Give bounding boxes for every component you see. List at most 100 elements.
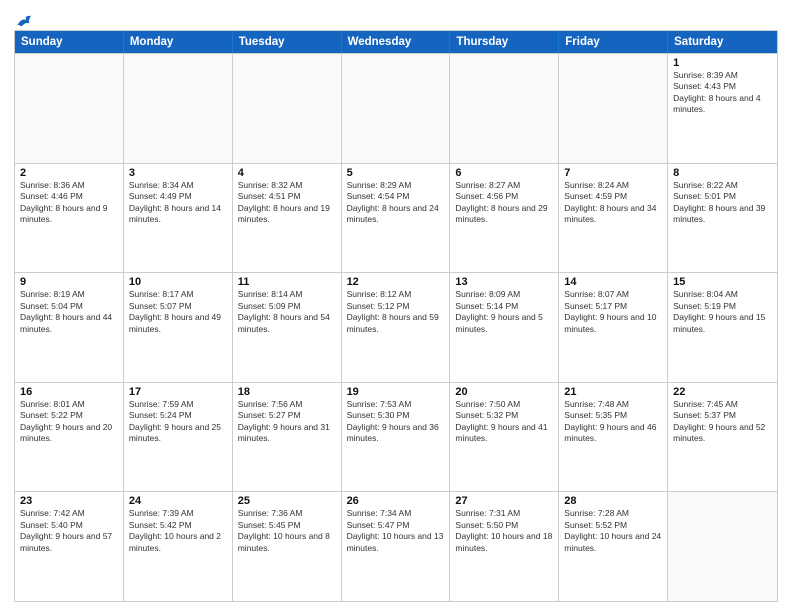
cell-info: Sunrise: 8:36 AM Sunset: 4:46 PM Dayligh…: [20, 180, 119, 226]
cal-cell: 1Sunrise: 8:39 AM Sunset: 4:43 PM Daylig…: [668, 54, 777, 163]
cell-info: Sunrise: 7:28 AM Sunset: 5:52 PM Dayligh…: [564, 508, 663, 554]
cal-cell: 3Sunrise: 8:34 AM Sunset: 4:49 PM Daylig…: [124, 164, 233, 273]
day-number: 17: [129, 386, 228, 398]
cell-info: Sunrise: 8:34 AM Sunset: 4:49 PM Dayligh…: [129, 180, 228, 226]
cal-cell: [124, 54, 233, 163]
cal-cell: 15Sunrise: 8:04 AM Sunset: 5:19 PM Dayli…: [668, 273, 777, 382]
cal-cell: [15, 54, 124, 163]
day-number: 25: [238, 495, 337, 507]
cell-info: Sunrise: 7:50 AM Sunset: 5:32 PM Dayligh…: [455, 399, 554, 445]
cell-info: Sunrise: 8:19 AM Sunset: 5:04 PM Dayligh…: [20, 289, 119, 335]
cal-cell: 26Sunrise: 7:34 AM Sunset: 5:47 PM Dayli…: [342, 492, 451, 601]
cal-cell: 25Sunrise: 7:36 AM Sunset: 5:45 PM Dayli…: [233, 492, 342, 601]
cal-cell: 13Sunrise: 8:09 AM Sunset: 5:14 PM Dayli…: [450, 273, 559, 382]
cal-cell: 19Sunrise: 7:53 AM Sunset: 5:30 PM Dayli…: [342, 383, 451, 492]
cell-info: Sunrise: 8:14 AM Sunset: 5:09 PM Dayligh…: [238, 289, 337, 335]
cal-cell: 5Sunrise: 8:29 AM Sunset: 4:54 PM Daylig…: [342, 164, 451, 273]
cell-info: Sunrise: 7:42 AM Sunset: 5:40 PM Dayligh…: [20, 508, 119, 554]
cell-info: Sunrise: 7:31 AM Sunset: 5:50 PM Dayligh…: [455, 508, 554, 554]
cal-header-tuesday: Tuesday: [233, 31, 342, 53]
logo-bird-icon: [16, 14, 34, 28]
day-number: 15: [673, 276, 773, 288]
day-number: 19: [347, 386, 446, 398]
day-number: 7: [564, 167, 663, 179]
cell-info: Sunrise: 7:53 AM Sunset: 5:30 PM Dayligh…: [347, 399, 446, 445]
day-number: 3: [129, 167, 228, 179]
cell-info: Sunrise: 8:17 AM Sunset: 5:07 PM Dayligh…: [129, 289, 228, 335]
cal-week-1: 1Sunrise: 8:39 AM Sunset: 4:43 PM Daylig…: [15, 53, 777, 163]
calendar-header: SundayMondayTuesdayWednesdayThursdayFrid…: [15, 31, 777, 53]
cal-cell: 22Sunrise: 7:45 AM Sunset: 5:37 PM Dayli…: [668, 383, 777, 492]
cal-cell: 10Sunrise: 8:17 AM Sunset: 5:07 PM Dayli…: [124, 273, 233, 382]
cal-header-sunday: Sunday: [15, 31, 124, 53]
day-number: 8: [673, 167, 773, 179]
cell-info: Sunrise: 8:39 AM Sunset: 4:43 PM Dayligh…: [673, 70, 773, 116]
day-number: 12: [347, 276, 446, 288]
cell-info: Sunrise: 7:39 AM Sunset: 5:42 PM Dayligh…: [129, 508, 228, 554]
cal-cell: 17Sunrise: 7:59 AM Sunset: 5:24 PM Dayli…: [124, 383, 233, 492]
page: SundayMondayTuesdayWednesdayThursdayFrid…: [0, 0, 792, 612]
cal-cell: 9Sunrise: 8:19 AM Sunset: 5:04 PM Daylig…: [15, 273, 124, 382]
day-number: 14: [564, 276, 663, 288]
cal-cell: 18Sunrise: 7:56 AM Sunset: 5:27 PM Dayli…: [233, 383, 342, 492]
day-number: 5: [347, 167, 446, 179]
cal-cell: 11Sunrise: 8:14 AM Sunset: 5:09 PM Dayli…: [233, 273, 342, 382]
cell-info: Sunrise: 8:29 AM Sunset: 4:54 PM Dayligh…: [347, 180, 446, 226]
cal-cell: 14Sunrise: 8:07 AM Sunset: 5:17 PM Dayli…: [559, 273, 668, 382]
day-number: 16: [20, 386, 119, 398]
cal-header-wednesday: Wednesday: [342, 31, 451, 53]
day-number: 22: [673, 386, 773, 398]
day-number: 11: [238, 276, 337, 288]
cell-info: Sunrise: 8:09 AM Sunset: 5:14 PM Dayligh…: [455, 289, 554, 335]
day-number: 28: [564, 495, 663, 507]
day-number: 24: [129, 495, 228, 507]
cal-cell: 12Sunrise: 8:12 AM Sunset: 5:12 PM Dayli…: [342, 273, 451, 382]
cell-info: Sunrise: 8:27 AM Sunset: 4:56 PM Dayligh…: [455, 180, 554, 226]
cal-cell: [233, 54, 342, 163]
cal-cell: 27Sunrise: 7:31 AM Sunset: 5:50 PM Dayli…: [450, 492, 559, 601]
cal-header-saturday: Saturday: [668, 31, 777, 53]
cal-cell: [450, 54, 559, 163]
cal-cell: 28Sunrise: 7:28 AM Sunset: 5:52 PM Dayli…: [559, 492, 668, 601]
calendar-body: 1Sunrise: 8:39 AM Sunset: 4:43 PM Daylig…: [15, 53, 777, 601]
day-number: 9: [20, 276, 119, 288]
cell-info: Sunrise: 7:59 AM Sunset: 5:24 PM Dayligh…: [129, 399, 228, 445]
cell-info: Sunrise: 8:12 AM Sunset: 5:12 PM Dayligh…: [347, 289, 446, 335]
day-number: 6: [455, 167, 554, 179]
cell-info: Sunrise: 7:56 AM Sunset: 5:27 PM Dayligh…: [238, 399, 337, 445]
cell-info: Sunrise: 8:01 AM Sunset: 5:22 PM Dayligh…: [20, 399, 119, 445]
cal-cell: 8Sunrise: 8:22 AM Sunset: 5:01 PM Daylig…: [668, 164, 777, 273]
cell-info: Sunrise: 8:04 AM Sunset: 5:19 PM Dayligh…: [673, 289, 773, 335]
cal-cell: [668, 492, 777, 601]
cell-info: Sunrise: 7:45 AM Sunset: 5:37 PM Dayligh…: [673, 399, 773, 445]
cal-cell: [342, 54, 451, 163]
cell-info: Sunrise: 8:22 AM Sunset: 5:01 PM Dayligh…: [673, 180, 773, 226]
cal-cell: 16Sunrise: 8:01 AM Sunset: 5:22 PM Dayli…: [15, 383, 124, 492]
cell-info: Sunrise: 8:07 AM Sunset: 5:17 PM Dayligh…: [564, 289, 663, 335]
calendar: SundayMondayTuesdayWednesdayThursdayFrid…: [14, 30, 778, 602]
cal-week-2: 2Sunrise: 8:36 AM Sunset: 4:46 PM Daylig…: [15, 163, 777, 273]
cell-info: Sunrise: 7:36 AM Sunset: 5:45 PM Dayligh…: [238, 508, 337, 554]
day-number: 2: [20, 167, 119, 179]
cal-header-friday: Friday: [559, 31, 668, 53]
cal-header-monday: Monday: [124, 31, 233, 53]
cal-header-thursday: Thursday: [450, 31, 559, 53]
day-number: 1: [673, 57, 773, 69]
cal-week-4: 16Sunrise: 8:01 AM Sunset: 5:22 PM Dayli…: [15, 382, 777, 492]
cell-info: Sunrise: 8:24 AM Sunset: 4:59 PM Dayligh…: [564, 180, 663, 226]
cal-cell: [559, 54, 668, 163]
header: [14, 10, 778, 24]
cal-cell: 21Sunrise: 7:48 AM Sunset: 5:35 PM Dayli…: [559, 383, 668, 492]
cal-cell: 7Sunrise: 8:24 AM Sunset: 4:59 PM Daylig…: [559, 164, 668, 273]
cal-cell: 2Sunrise: 8:36 AM Sunset: 4:46 PM Daylig…: [15, 164, 124, 273]
cal-week-5: 23Sunrise: 7:42 AM Sunset: 5:40 PM Dayli…: [15, 491, 777, 601]
day-number: 27: [455, 495, 554, 507]
cal-cell: 20Sunrise: 7:50 AM Sunset: 5:32 PM Dayli…: [450, 383, 559, 492]
cell-info: Sunrise: 7:48 AM Sunset: 5:35 PM Dayligh…: [564, 399, 663, 445]
cal-cell: 23Sunrise: 7:42 AM Sunset: 5:40 PM Dayli…: [15, 492, 124, 601]
cal-cell: 4Sunrise: 8:32 AM Sunset: 4:51 PM Daylig…: [233, 164, 342, 273]
day-number: 13: [455, 276, 554, 288]
logo: [14, 14, 34, 24]
day-number: 18: [238, 386, 337, 398]
day-number: 20: [455, 386, 554, 398]
